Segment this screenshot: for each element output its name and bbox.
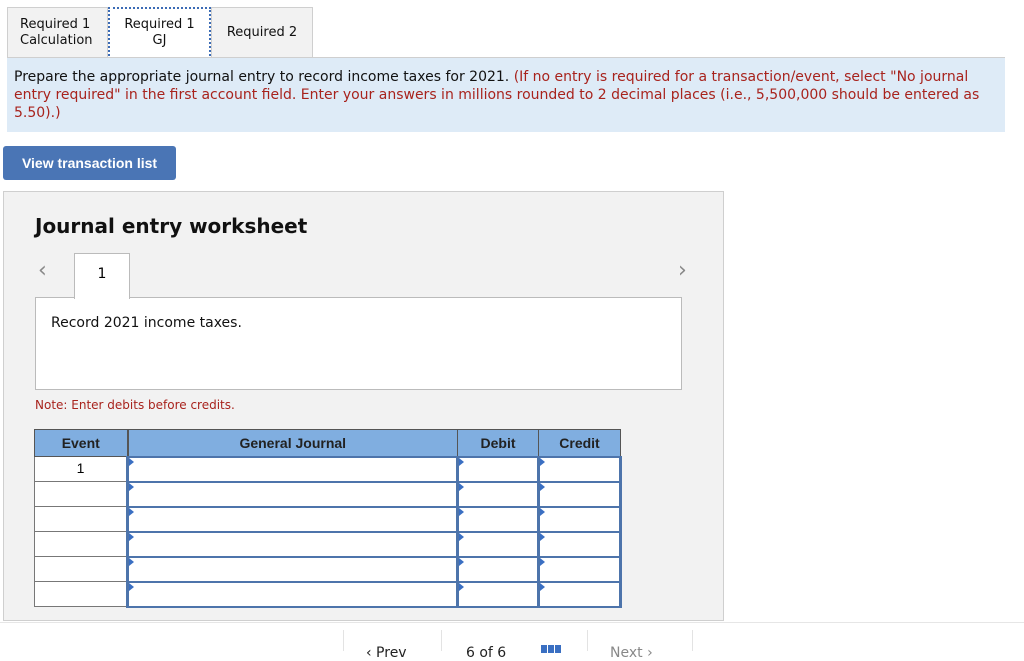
page-indicator: 6 of 6 [466, 645, 507, 661]
view-transaction-list-button[interactable]: View transaction list [3, 146, 176, 180]
debit-input[interactable] [456, 505, 540, 533]
debit-input[interactable] [456, 455, 540, 483]
general-journal-table: Event General Journal Debit Credit 1 [34, 429, 622, 608]
nav-separator [441, 630, 442, 651]
entry-description: Record 2021 income taxes. [35, 297, 682, 390]
grid-icon[interactable] [541, 645, 561, 653]
nav-separator [587, 630, 588, 651]
tab-required-2[interactable]: Required 2 [211, 7, 313, 58]
table-row [34, 530, 622, 558]
event-cell: 1 [34, 456, 129, 482]
tab-required-1-calculation[interactable]: Required 1 Calculation [7, 7, 108, 58]
header-credit: Credit [538, 429, 621, 457]
credit-input[interactable] [537, 530, 622, 558]
chevron-right-icon[interactable]: › [678, 258, 687, 283]
bottom-nav-divider [0, 622, 1024, 623]
account-input[interactable] [126, 580, 459, 608]
worksheet-title: Journal entry worksheet [35, 214, 308, 238]
debit-input[interactable] [456, 530, 540, 558]
table-row [34, 580, 622, 608]
table-row [34, 505, 622, 533]
journal-entry-worksheet: Journal entry worksheet ‹ › 1 Record 202… [3, 191, 724, 621]
credit-input[interactable] [537, 455, 622, 483]
credit-input[interactable] [537, 555, 622, 583]
event-cell [34, 581, 129, 607]
event-cell [34, 556, 129, 582]
event-cell [34, 506, 129, 532]
account-input[interactable] [126, 455, 459, 483]
tab-bar: Required 1 Calculation Required 1 GJ Req… [7, 7, 313, 59]
account-input[interactable] [126, 480, 459, 508]
account-input[interactable] [126, 505, 459, 533]
debit-input[interactable] [456, 555, 540, 583]
table-row: 1 [34, 455, 622, 483]
table-row [34, 555, 622, 583]
instructions-panel: Prepare the appropriate journal entry to… [7, 58, 1005, 132]
header-general-journal: General Journal [127, 429, 458, 457]
debit-input[interactable] [456, 480, 540, 508]
nav-separator [343, 630, 344, 651]
header-event: Event [34, 429, 129, 457]
next-button[interactable]: Next › [610, 645, 653, 661]
header-debit: Debit [457, 429, 539, 457]
instructions-main: Prepare the appropriate journal entry to… [14, 69, 510, 85]
credit-input[interactable] [537, 580, 622, 608]
account-input[interactable] [126, 555, 459, 583]
event-cell [34, 481, 129, 507]
debit-input[interactable] [456, 580, 540, 608]
entry-tab-1[interactable]: 1 [74, 253, 130, 299]
prev-button[interactable]: ‹ Prev [366, 645, 407, 661]
debit-credit-note: Note: Enter debits before credits. [35, 398, 235, 412]
nav-separator [692, 630, 693, 651]
credit-input[interactable] [537, 480, 622, 508]
table-header-row: Event General Journal Debit Credit [34, 429, 621, 457]
account-input[interactable] [126, 530, 459, 558]
entry-description-text: Record 2021 income taxes. [51, 315, 242, 331]
table-row [34, 480, 622, 508]
tab-required-1-gj[interactable]: Required 1 GJ [108, 7, 211, 59]
chevron-left-icon[interactable]: ‹ [38, 258, 47, 283]
event-cell [34, 531, 129, 557]
credit-input[interactable] [537, 505, 622, 533]
